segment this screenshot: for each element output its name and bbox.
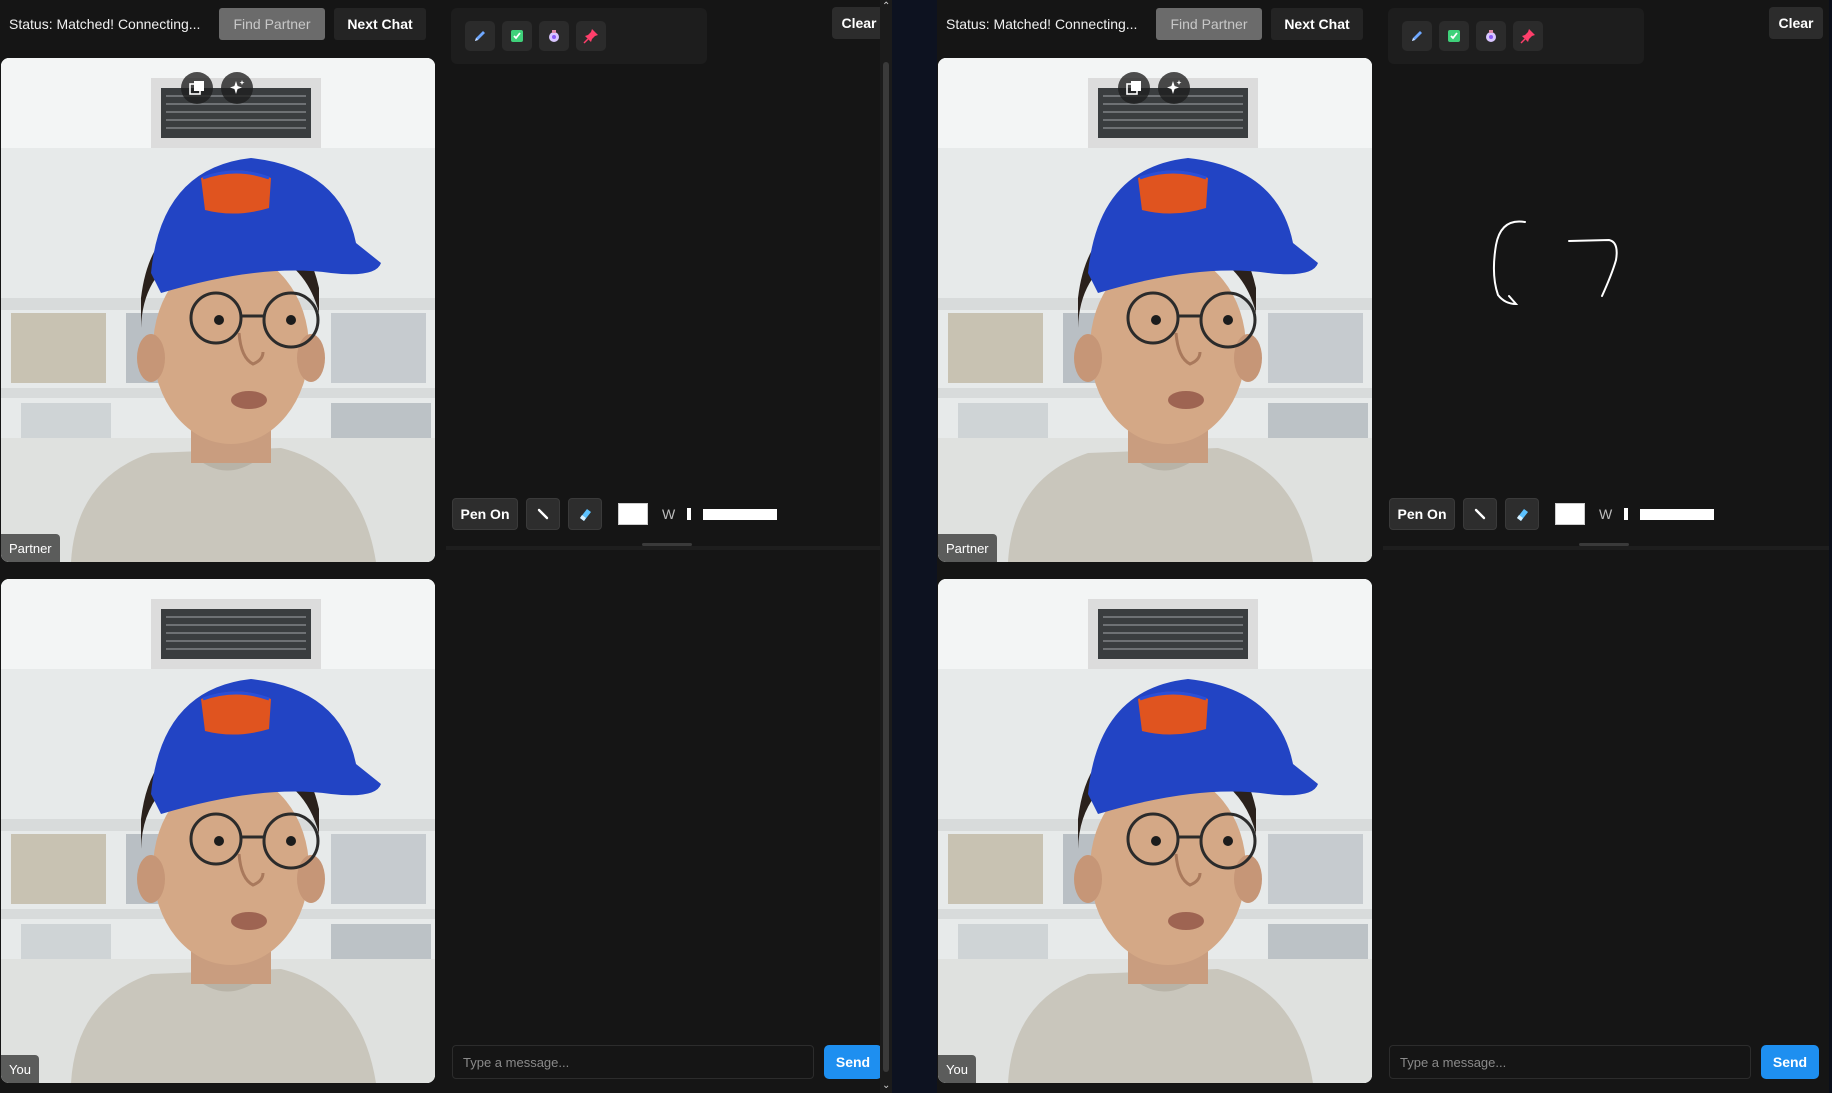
connection-status: Status: Matched! Connecting... <box>946 16 1138 32</box>
resize-handle[interactable] <box>1579 543 1629 546</box>
stamp-icon[interactable] <box>1476 21 1506 51</box>
partner-video: Partner <box>938 58 1372 562</box>
panel-divider <box>1383 546 1829 550</box>
highlight-icon[interactable] <box>502 21 532 51</box>
video-overlay-controls <box>181 72 253 104</box>
scroll-up-icon[interactable]: ⌃ <box>882 2 890 12</box>
pen-color-swatch[interactable] <box>618 503 648 525</box>
message-input[interactable] <box>452 1045 814 1079</box>
self-video: You <box>938 579 1372 1083</box>
sparkle-effects-icon[interactable] <box>221 72 253 104</box>
pen-icon[interactable] <box>465 21 495 51</box>
panel-divider <box>446 546 892 550</box>
top-bar: Status: Matched! Connecting... Find Part… <box>0 0 446 48</box>
eraser-icon[interactable] <box>568 498 602 530</box>
message-composer: Send <box>452 1045 886 1079</box>
resize-handle[interactable] <box>642 543 692 546</box>
self-video-feed <box>1 579 435 1083</box>
send-button[interactable]: Send <box>1761 1045 1819 1079</box>
picture-in-picture-icon[interactable] <box>181 72 213 104</box>
scrollbar-thumb[interactable] <box>883 62 889 1072</box>
pencil-icon[interactable] <box>1463 498 1497 530</box>
find-partner-button[interactable]: Find Partner <box>219 8 325 40</box>
width-label: W <box>1599 506 1613 522</box>
whiteboard-panel: Clear Pen On W <box>446 0 892 550</box>
next-chat-button[interactable]: Next Chat <box>334 8 426 40</box>
window-scrollbar[interactable]: ⌃ ⌄ <box>880 0 892 1093</box>
next-chat-button[interactable]: Next Chat <box>1271 8 1363 40</box>
message-input[interactable] <box>1389 1045 1751 1079</box>
pen-toggle-button[interactable]: Pen On <box>1389 498 1455 530</box>
width-label: W <box>662 506 676 522</box>
stamp-icon[interactable] <box>539 21 569 51</box>
chat-panel: Send <box>446 551 892 1093</box>
partner-label: Partner <box>938 534 997 562</box>
pin-icon[interactable] <box>576 21 606 51</box>
partner-video: Partner <box>1 58 435 562</box>
pencil-icon[interactable] <box>526 498 560 530</box>
find-partner-button[interactable]: Find Partner <box>1156 8 1262 40</box>
width-slider-thumb[interactable] <box>687 508 692 520</box>
clear-canvas-button[interactable]: Clear <box>1769 7 1823 39</box>
video-chat-window-left: Status: Matched! Connecting... Find Part… <box>0 0 892 1093</box>
chat-panel: Send <box>1383 551 1829 1093</box>
width-slider[interactable] <box>703 508 778 520</box>
width-slider[interactable] <box>1640 508 1715 520</box>
width-slider-thumb[interactable] <box>1624 508 1629 520</box>
send-button[interactable]: Send <box>824 1045 882 1079</box>
clear-canvas-button[interactable]: Clear <box>832 7 886 39</box>
top-bar: Status: Matched! Connecting... Find Part… <box>937 0 1383 48</box>
window-gap <box>892 0 937 1093</box>
connection-status: Status: Matched! Connecting... <box>9 16 201 32</box>
self-video-feed <box>938 579 1372 1083</box>
pen-settings-bar: Pen On W <box>1389 498 1715 530</box>
drawing-canvas[interactable] <box>446 70 892 490</box>
whiteboard-panel: Clear Pen On W <box>1383 0 1829 550</box>
sparkle-effects-icon[interactable] <box>1158 72 1190 104</box>
partner-label: Partner <box>1 534 60 562</box>
you-label: You <box>1 1055 39 1083</box>
whiteboard-toolbar <box>451 8 707 64</box>
pen-color-swatch[interactable] <box>1555 503 1585 525</box>
pen-icon[interactable] <box>1402 21 1432 51</box>
whiteboard-toolbar <box>1388 8 1644 64</box>
scroll-down-icon[interactable]: ⌄ <box>882 1081 890 1091</box>
message-composer: Send <box>1389 1045 1823 1079</box>
partner-video-feed <box>1 58 435 562</box>
picture-in-picture-icon[interactable] <box>1118 72 1150 104</box>
drawing-canvas[interactable] <box>1383 70 1829 490</box>
pin-icon[interactable] <box>1513 21 1543 51</box>
video-chat-window-right: Status: Matched! Connecting... Find Part… <box>937 0 1829 1093</box>
video-overlay-controls <box>1118 72 1190 104</box>
self-video: You <box>1 579 435 1083</box>
partner-video-feed <box>938 58 1372 562</box>
hand-drawn-strokes <box>1492 220 1618 306</box>
you-label: You <box>938 1055 976 1083</box>
pen-toggle-button[interactable]: Pen On <box>452 498 518 530</box>
highlight-icon[interactable] <box>1439 21 1469 51</box>
pen-settings-bar: Pen On W <box>452 498 778 530</box>
eraser-icon[interactable] <box>1505 498 1539 530</box>
